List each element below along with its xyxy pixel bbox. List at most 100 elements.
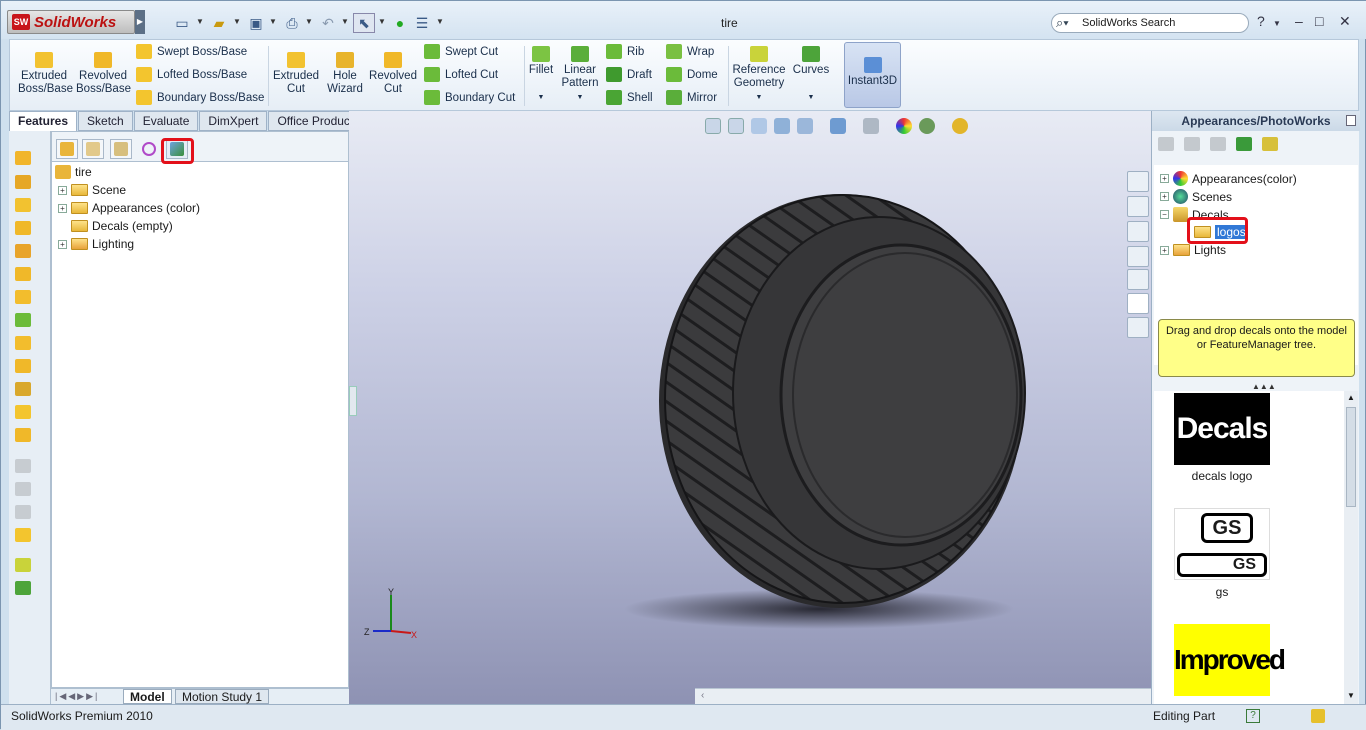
scroll-thumb[interactable]: [1346, 407, 1356, 507]
lofted-boss-icon[interactable]: [15, 221, 31, 235]
extruded-cut-button[interactable]: Extruded Cut: [270, 52, 322, 96]
folder-icon[interactable]: [1210, 137, 1226, 151]
view-orientation-icon[interactable]: [797, 118, 813, 134]
revolved-cut-button[interactable]: Revolved Cut: [368, 52, 418, 96]
solidworks-logo-menu[interactable]: SW SolidWorks: [7, 10, 135, 34]
rib-button[interactable]: Rib: [606, 44, 644, 59]
dimxpert-manager-tab[interactable]: [138, 139, 160, 159]
tree-item-scene[interactable]: + Scene: [58, 183, 126, 197]
tree-item-scenes[interactable]: + Scenes: [1160, 189, 1232, 204]
boundary-cut-button[interactable]: Boundary Cut: [424, 90, 515, 105]
print-icon[interactable]: ⎙: [281, 13, 303, 33]
display-style-icon[interactable]: [830, 118, 846, 134]
hole-icon[interactable]: [15, 382, 31, 396]
appearances-tab-icon[interactable]: [1127, 293, 1149, 314]
tab-dimxpert[interactable]: DimXpert: [199, 111, 268, 131]
add-to-library-icon[interactable]: [1158, 137, 1174, 151]
property-manager-tab[interactable]: [82, 139, 104, 159]
expand-icon[interactable]: +: [58, 185, 67, 195]
graphics-area[interactable]: Y X Z: [349, 111, 1151, 704]
tab-sketch[interactable]: Sketch: [78, 111, 133, 131]
shell-button[interactable]: Shell: [606, 90, 653, 105]
home-tab-icon[interactable]: [1127, 171, 1149, 192]
extruded-boss-icon[interactable]: [15, 151, 31, 165]
curves-dropdown-icon[interactable]: ▼: [790, 91, 832, 104]
reference-geometry-button[interactable]: Reference Geometry ▼: [730, 46, 788, 104]
fillet-dropdown-icon[interactable]: ▼: [526, 91, 556, 104]
print-dropdown-icon[interactable]: ▼: [305, 17, 313, 26]
rebuild-traffic-light-icon[interactable]: ●: [389, 13, 411, 33]
help-icon[interactable]: ?: [1257, 13, 1265, 29]
mirror-button[interactable]: Mirror: [666, 90, 717, 105]
horizontal-scrollbar[interactable]: ‹: [695, 688, 1151, 704]
save-dropdown-icon[interactable]: ▼: [269, 17, 277, 26]
scroll-down-icon[interactable]: ▼: [1347, 691, 1355, 700]
zoom-to-area-icon[interactable]: [728, 118, 744, 134]
apply-scene-icon[interactable]: [919, 118, 935, 134]
expand-icon[interactable]: +: [1160, 174, 1169, 183]
menu-expand-arrow[interactable]: ▶: [135, 10, 145, 34]
expand-icon[interactable]: +: [1160, 192, 1169, 201]
tree-item-appearances[interactable]: + Appearances(color): [1160, 171, 1297, 186]
decal-thumbnail-gs[interactable]: GS GS: [1174, 508, 1270, 580]
extruded-cut-icon[interactable]: [15, 244, 31, 258]
pin-icon[interactable]: [1346, 115, 1356, 126]
feature-manager-tab[interactable]: [56, 139, 78, 159]
decal-thumbnail-improved[interactable]: Improved: [1174, 624, 1286, 696]
tags-icon[interactable]: [1311, 709, 1325, 723]
design-library-tab-icon[interactable]: [1127, 196, 1149, 217]
previous-view-icon[interactable]: [751, 118, 767, 134]
revolved-cut-icon[interactable]: [15, 267, 31, 281]
dome-icon[interactable]: [15, 528, 31, 542]
search-box[interactable]: ⌕▾ SolidWorks Search: [1051, 13, 1249, 33]
linear-pattern-button[interactable]: Linear Pattern ▼: [560, 46, 600, 104]
reference-geometry-icon[interactable]: [15, 558, 31, 572]
linear-pattern-dropdown-icon[interactable]: ▼: [560, 91, 600, 104]
revolved-boss-button[interactable]: Revolved Boss/Base: [76, 52, 131, 96]
expand-icon[interactable]: +: [58, 239, 67, 249]
new-dropdown-icon[interactable]: ▼: [196, 17, 204, 26]
shell-icon[interactable]: [15, 336, 31, 350]
lofted-cut-button[interactable]: Lofted Cut: [424, 67, 498, 82]
search-tab-icon[interactable]: [1127, 246, 1149, 267]
swept-boss-icon[interactable]: [15, 198, 31, 212]
expand-icon[interactable]: +: [58, 203, 67, 213]
tire-model[interactable]: Y X Z: [349, 111, 1151, 704]
folder-icon[interactable]: [1184, 137, 1200, 151]
scroll-up-icon[interactable]: ▲: [1347, 393, 1355, 402]
new-document-icon[interactable]: ▭: [171, 13, 193, 33]
help-status-icon[interactable]: ?: [1246, 709, 1260, 723]
help-dropdown-icon[interactable]: ▼: [1273, 19, 1281, 28]
configuration-manager-tab[interactable]: [110, 139, 132, 159]
hole-wizard-button[interactable]: Hole Wizard: [322, 52, 368, 96]
wrap-button[interactable]: Wrap: [666, 44, 714, 59]
panel-splitter[interactable]: [349, 386, 357, 416]
lofted-boss-button[interactable]: Lofted Boss/Base: [136, 67, 247, 82]
draft-button[interactable]: Draft: [606, 67, 652, 82]
select-dropdown-icon[interactable]: ▼: [378, 17, 386, 26]
edit-appearance-icon[interactable]: [896, 118, 912, 134]
custom-properties-tab-icon[interactable]: [1127, 317, 1149, 338]
section-view-icon[interactable]: [774, 118, 790, 134]
tab-model[interactable]: Model: [123, 689, 172, 704]
decal-thumbnail-decals-logo[interactable]: Decals: [1174, 393, 1270, 465]
close-button[interactable]: ✕: [1339, 13, 1351, 30]
open-dropdown-icon[interactable]: ▼: [233, 17, 241, 26]
save-icon[interactable]: ▣: [245, 13, 267, 33]
scroll-left-icon[interactable]: ‹: [701, 690, 704, 701]
swept-cut-icon[interactable]: [15, 290, 31, 304]
fillet-button[interactable]: Fillet ▼: [526, 46, 556, 104]
open-folder-icon[interactable]: ▰: [208, 13, 230, 33]
zoom-to-fit-icon[interactable]: [705, 118, 721, 134]
file-explorer-tab-icon[interactable]: [1127, 221, 1149, 242]
tree-item-decals[interactable]: Decals (empty): [71, 219, 173, 233]
tab-evaluate[interactable]: Evaluate: [133, 111, 199, 131]
options-dropdown-icon[interactable]: ▼: [436, 17, 444, 26]
tab-motion-study[interactable]: Motion Study 1: [175, 689, 270, 704]
refresh-icon[interactable]: [1236, 137, 1252, 151]
draft-icon[interactable]: [15, 428, 31, 442]
rib-icon[interactable]: [15, 405, 31, 419]
select-cursor-icon[interactable]: ⬉: [353, 13, 375, 33]
fillet-icon[interactable]: [15, 359, 31, 373]
resize-grip-icon[interactable]: ▲▲▲: [1252, 382, 1276, 391]
